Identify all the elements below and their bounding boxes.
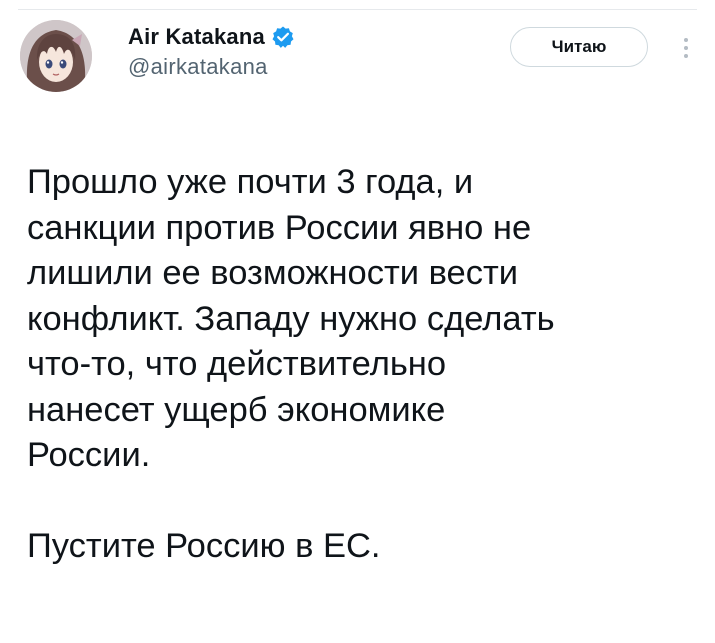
avatar[interactable]	[20, 20, 92, 92]
tweet-text: Прошло уже почти 3 года, и санкции проти…	[27, 160, 667, 570]
name-row: Air Katakana	[128, 23, 295, 51]
tweet-line: что-то, что действительно	[27, 345, 447, 383]
display-name[interactable]: Air Katakana	[128, 24, 265, 50]
verified-badge-icon	[271, 25, 295, 49]
more-vertical-icon[interactable]	[677, 30, 695, 66]
tweet-line: конфликт. Западу нужно сделать	[27, 299, 555, 338]
tweet-line: Прошло уже почти 3 года, и	[27, 163, 474, 201]
tweet-line: нанесет ущерб экономике	[27, 390, 446, 429]
tweet-line: санкции против России явно не	[27, 208, 532, 247]
avatar-image	[20, 20, 92, 92]
tweet-line: России.	[27, 436, 151, 474]
tweet-line: лишили ее возможности вести	[27, 254, 519, 292]
tweet-closing-line: Пустите Россию в ЕС.	[27, 527, 381, 565]
author-block: Air Katakana @airkatakana	[128, 23, 295, 80]
handle[interactable]: @airkatakana	[128, 54, 295, 80]
top-divider	[18, 9, 697, 10]
following-button[interactable]: Читаю	[510, 27, 648, 67]
